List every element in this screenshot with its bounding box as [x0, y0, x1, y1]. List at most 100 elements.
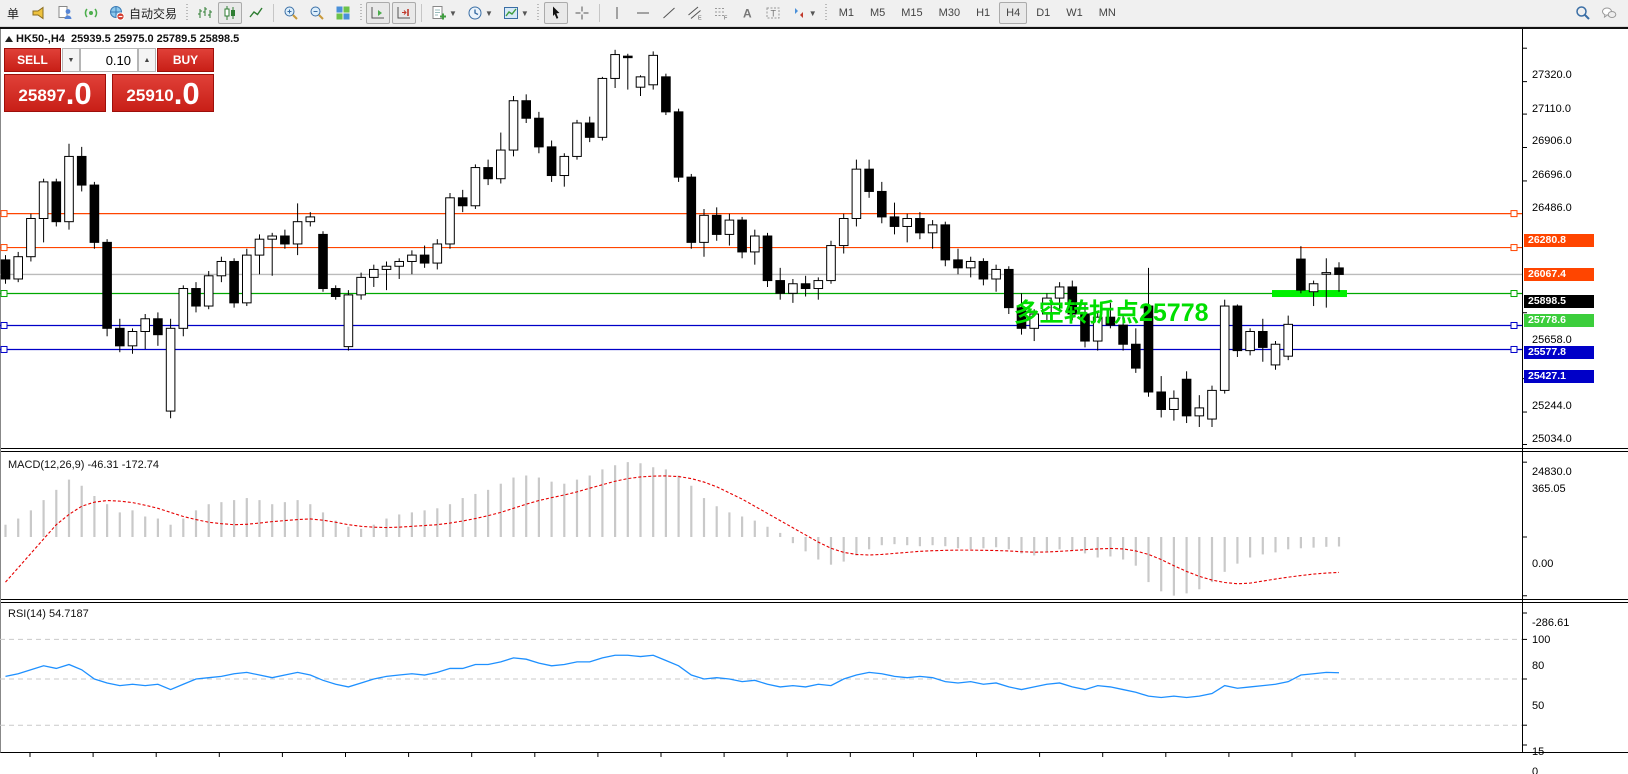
- search-button[interactable]: [1571, 2, 1595, 24]
- candle-body: [319, 234, 328, 288]
- candle-body: [751, 236, 760, 252]
- horizontal-line-icon: [635, 5, 651, 21]
- price-level-label: 25427.1: [1524, 370, 1594, 383]
- timeframe-button-d1[interactable]: D1: [1029, 2, 1057, 24]
- globe-stop-icon: [109, 5, 125, 21]
- price-axis-tick: 25658.0: [1532, 334, 1572, 346]
- candle-body: [395, 261, 404, 266]
- candle-body: [65, 156, 74, 221]
- text-label-tool-button[interactable]: T: [761, 2, 785, 24]
- candle-body: [712, 215, 721, 234]
- chat-button[interactable]: [1597, 2, 1621, 24]
- candle-body: [471, 168, 480, 206]
- autotrading-button[interactable]: 自动交易: [105, 2, 181, 24]
- toolbar-grip[interactable]: [358, 4, 363, 22]
- crosshair-tool-button[interactable]: [570, 2, 594, 24]
- templates-button[interactable]: ▼: [499, 2, 533, 24]
- candle-body: [966, 261, 975, 267]
- dropdown-caret: ▼: [809, 9, 817, 18]
- chart-line-button[interactable]: [244, 2, 268, 24]
- text-tool-button[interactable]: A: [735, 2, 759, 24]
- news-button[interactable]: [79, 2, 103, 24]
- chart-bars-button[interactable]: [192, 2, 216, 24]
- price-axis-tick: 25244.0: [1532, 400, 1572, 412]
- timeframe-button-h4[interactable]: H4: [999, 2, 1027, 24]
- zoom-out-button[interactable]: [305, 2, 329, 24]
- periods-button[interactable]: ▼: [463, 2, 497, 24]
- candle-body: [90, 185, 99, 242]
- search-icon: [1575, 5, 1591, 21]
- line-end-marker: [1511, 245, 1517, 251]
- candle-body: [1297, 259, 1306, 290]
- candle-body: [141, 319, 150, 332]
- timeframe-button-m30[interactable]: M30: [932, 2, 967, 24]
- cursor-tool-button[interactable]: [544, 2, 568, 24]
- candle-body: [916, 219, 925, 233]
- zoom-in-button[interactable]: [279, 2, 303, 24]
- timeframe-button-m5[interactable]: M5: [863, 2, 892, 24]
- line-end-marker: [1511, 291, 1517, 297]
- candle-body: [636, 77, 645, 87]
- timeframe-button-w1[interactable]: W1: [1059, 2, 1090, 24]
- text-label-icon: T: [765, 5, 781, 21]
- price-axis-tick: 27320.0: [1532, 69, 1572, 81]
- vertical-line-tool-button[interactable]: [605, 2, 629, 24]
- candle-body: [39, 182, 48, 219]
- candle-body: [370, 269, 379, 277]
- clock-icon: [467, 5, 483, 21]
- candle-body: [763, 236, 772, 281]
- candle-body: [827, 246, 836, 281]
- new-order-button-partial[interactable]: 单: [1, 2, 25, 24]
- timeframe-button-m1[interactable]: M1: [832, 2, 861, 24]
- tile-windows-button[interactable]: [331, 2, 355, 24]
- candle-body: [154, 319, 163, 335]
- price-level-label: 25898.5: [1524, 295, 1594, 308]
- toolbar-grip[interactable]: [184, 4, 189, 22]
- toolbar-grip[interactable]: [824, 4, 829, 22]
- toolbar-grip[interactable]: [536, 4, 541, 22]
- line-end-marker: [1, 322, 7, 328]
- price-level-label: 26280.8: [1524, 234, 1594, 247]
- candle-body: [624, 56, 633, 58]
- trendline-tool-button[interactable]: [657, 2, 681, 24]
- candle-body: [103, 242, 112, 328]
- candle-body: [1322, 273, 1331, 275]
- horizontal-line-tool-button[interactable]: [631, 2, 655, 24]
- indicators-button[interactable]: ▼: [427, 2, 461, 24]
- candle-body: [789, 284, 798, 294]
- chart-candles-button[interactable]: [218, 2, 242, 24]
- macd-axis-tick: -286.61: [1532, 617, 1569, 629]
- candle-body: [865, 169, 874, 191]
- line-end-marker: [1, 211, 7, 217]
- candle-body: [776, 281, 785, 294]
- toolbar-separator: [421, 4, 422, 22]
- candle-body: [852, 169, 861, 218]
- macd-axis-tick: 0.00: [1532, 558, 1553, 570]
- candle-body: [268, 236, 277, 239]
- trade-request-button[interactable]: [53, 2, 77, 24]
- timeframe-button-m15[interactable]: M15: [894, 2, 929, 24]
- candle-body: [281, 236, 290, 244]
- rsi-axis-tick: 15: [1532, 746, 1544, 758]
- timeframe-button-mn[interactable]: MN: [1092, 2, 1123, 24]
- candle-body: [14, 257, 23, 279]
- rsi-axis-tick: 0: [1532, 766, 1538, 774]
- chart-shift-button[interactable]: [392, 2, 416, 24]
- chart-canvas[interactable]: [0, 29, 1628, 774]
- price-axis-tick: 26696.0: [1532, 169, 1572, 181]
- price-axis-tick: 27110.0: [1532, 103, 1571, 115]
- alerts-button[interactable]: [27, 2, 51, 24]
- chart-shift-icon: [396, 5, 412, 21]
- channel-tool-button[interactable]: E: [683, 2, 707, 24]
- auto-scroll-button[interactable]: [366, 2, 390, 24]
- candle-body: [1271, 344, 1280, 365]
- candle-body: [243, 255, 252, 303]
- fibonacci-tool-button[interactable]: F: [709, 2, 733, 24]
- candlestick-series: [1, 50, 1343, 427]
- timeframe-button-h1[interactable]: H1: [969, 2, 997, 24]
- turning-point-annotation: 多空转折点25778: [1014, 293, 1209, 329]
- candle-body: [52, 182, 61, 222]
- price-level-label: 26067.4: [1524, 268, 1594, 281]
- candle-body: [27, 219, 36, 257]
- arrows-tool-button[interactable]: ▼: [787, 2, 821, 24]
